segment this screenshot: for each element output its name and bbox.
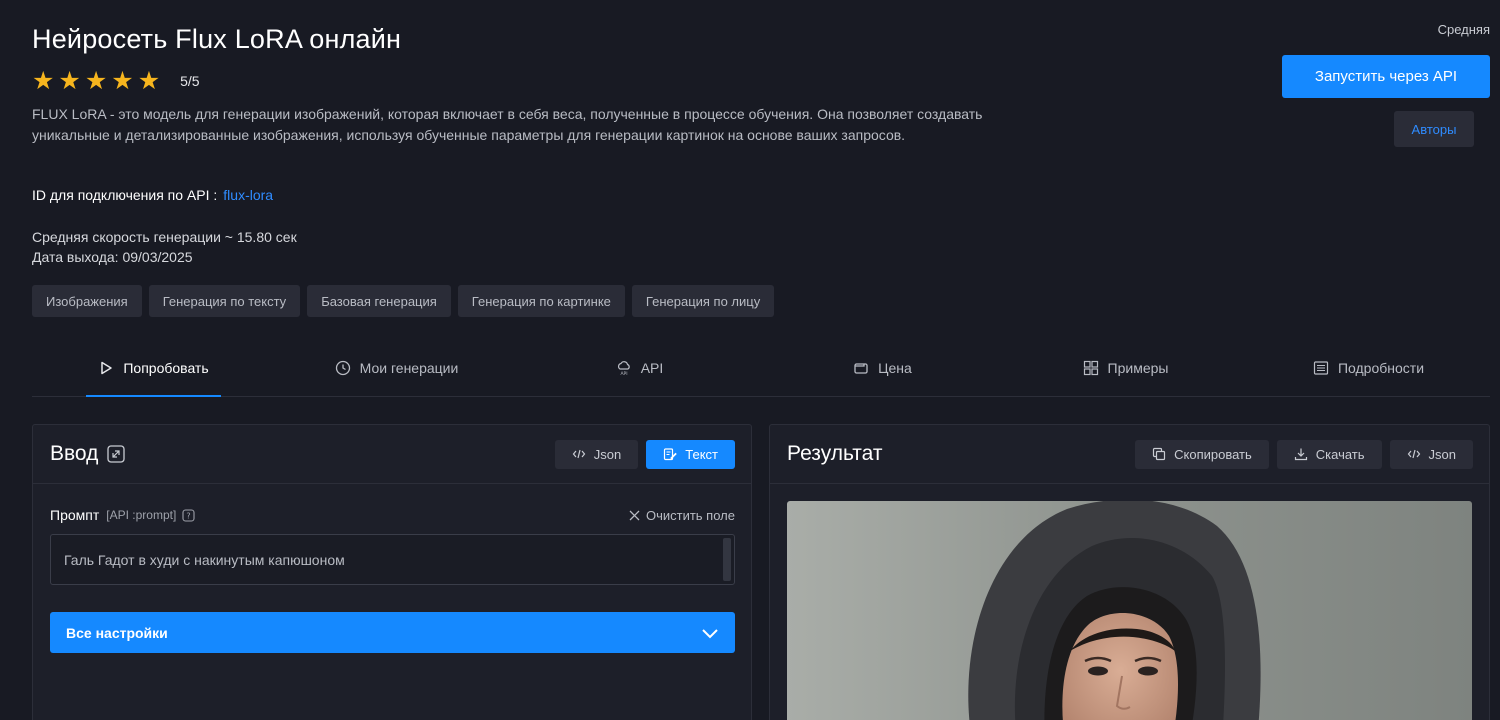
api-id-row: ID для подключения по API : flux-lora [32, 187, 273, 203]
tab-label: Мои генерации [359, 360, 459, 376]
tab-api[interactable]: API API [518, 340, 761, 396]
wallet-icon [854, 363, 868, 374]
prompt-input[interactable]: Галь Гадот в худи с накинутым капюшоном [50, 534, 735, 585]
result-image[interactable] [787, 501, 1472, 720]
input-panel-header: Ввод Json Текст [33, 425, 751, 484]
prompt-text: Галь Гадот в худи с накинутым капюшоном [64, 551, 345, 568]
text-mode-label: Текст [685, 446, 718, 462]
prompt-label-row: Промпт [API :prompt] ? Очистить поле [50, 507, 735, 523]
prompt-scrollbar[interactable] [723, 538, 731, 581]
tab-bar: Попробовать Мои генерации API API Цена П… [32, 340, 1490, 397]
tag[interactable]: Изображения [32, 285, 142, 317]
api-cloud-icon: API [617, 361, 630, 376]
svg-text:API: API [620, 371, 627, 376]
run-api-button[interactable]: Запустить через API [1282, 55, 1490, 98]
tab-details[interactable]: Подробности [1247, 340, 1490, 396]
star-icon: ★ [111, 67, 134, 95]
expand-icon[interactable] [107, 445, 126, 463]
tab-label: API [640, 360, 664, 376]
tag[interactable]: Генерация по тексту [148, 285, 301, 317]
copy-label: Скопировать [1174, 446, 1252, 462]
json-result-label: Json [1428, 446, 1456, 462]
input-panel: Ввод Json Текст Промпт [API :prompt] ? О… [32, 424, 752, 720]
copy-button[interactable]: Скопировать [1135, 439, 1269, 469]
tag[interactable]: Генерация по картинке [457, 285, 625, 317]
edit-document-icon [664, 448, 678, 461]
all-settings-toggle[interactable]: Все настройки [50, 612, 735, 653]
tab-examples[interactable]: Примеры [1004, 340, 1247, 396]
rating: ★ ★ ★ ★ ★ 5/5 [32, 68, 200, 94]
svg-text:?: ? [187, 511, 191, 520]
release-date: Дата выхода: 09/03/2025 [32, 249, 193, 265]
star-icon: ★ [32, 67, 55, 95]
tab-price[interactable]: Цена [761, 340, 1004, 396]
rating-text: 5/5 [180, 73, 200, 89]
input-panel-title: Ввод [50, 442, 99, 465]
clear-field-label: Очистить поле [645, 507, 735, 523]
tab-label: Подробности [1337, 360, 1425, 376]
close-icon [629, 510, 640, 520]
result-panel-title: Результат [787, 442, 883, 465]
details-icon [1313, 361, 1329, 375]
json-result-button[interactable]: Json [1389, 439, 1473, 469]
page-title: Нейросеть Flux LoRA онлайн [32, 24, 402, 54]
star-icon: ★ [58, 67, 81, 95]
page: Нейросеть Flux LoRA онлайн ★ ★ ★ ★ ★ 5/5… [32, 0, 1490, 720]
tag-list: Изображения Генерация по тексту Базовая … [32, 285, 775, 317]
text-mode-button[interactable]: Текст [646, 439, 735, 469]
json-mode-button[interactable]: Json [554, 439, 639, 469]
authors-button[interactable]: Авторы [1394, 111, 1474, 147]
tag[interactable]: Базовая генерация [307, 285, 451, 317]
input-mode-switch: Json Текст [554, 439, 735, 469]
help-icon[interactable]: ? [182, 508, 195, 522]
result-panel-header: Результат Скопировать Скачать Json [770, 425, 1489, 484]
result-actions: Скопировать Скачать Json [1135, 439, 1473, 469]
download-label: Скачать [1315, 446, 1365, 462]
play-icon [101, 361, 113, 375]
code-icon [572, 449, 586, 459]
tab-my-generations[interactable]: Мои генерации [275, 340, 518, 396]
api-id-link[interactable]: flux-lora [223, 187, 273, 203]
tab-label: Примеры [1107, 360, 1169, 376]
all-settings-label: Все настройки [66, 624, 168, 641]
grid-icon [1083, 360, 1098, 376]
rating-stars: ★ ★ ★ ★ ★ [32, 68, 160, 94]
download-button[interactable]: Скачать [1276, 439, 1382, 469]
generation-info: Средняя скорость генерации ~ 15.80 сек Д… [32, 227, 297, 267]
prompt-api-key: [API :prompt] [106, 508, 177, 522]
download-icon [1294, 448, 1307, 461]
star-icon: ★ [137, 67, 161, 95]
json-mode-label: Json [593, 446, 622, 462]
model-description: FLUX LoRA - это модель для генерации изо… [32, 106, 983, 143]
tag[interactable]: Генерация по лицу [631, 285, 775, 317]
code-icon [1407, 449, 1420, 459]
generation-speed: Средняя скорость генерации ~ 15.80 сек [32, 229, 297, 245]
tab-try[interactable]: Попробовать [32, 340, 275, 397]
chevron-down-icon [702, 628, 718, 638]
tab-label: Попробовать [123, 360, 209, 376]
star-icon: ★ [84, 67, 108, 95]
api-id-label: ID для подключения по API : [32, 187, 218, 203]
result-panel: Результат Скопировать Скачать Json [769, 424, 1490, 720]
quality-label: Средняя [1437, 22, 1490, 37]
tab-label: Цена [878, 360, 912, 376]
prompt-label: Промпт [50, 507, 100, 523]
history-icon [335, 360, 350, 376]
copy-icon [1153, 447, 1166, 461]
clear-field-button[interactable]: Очистить поле [629, 508, 735, 523]
